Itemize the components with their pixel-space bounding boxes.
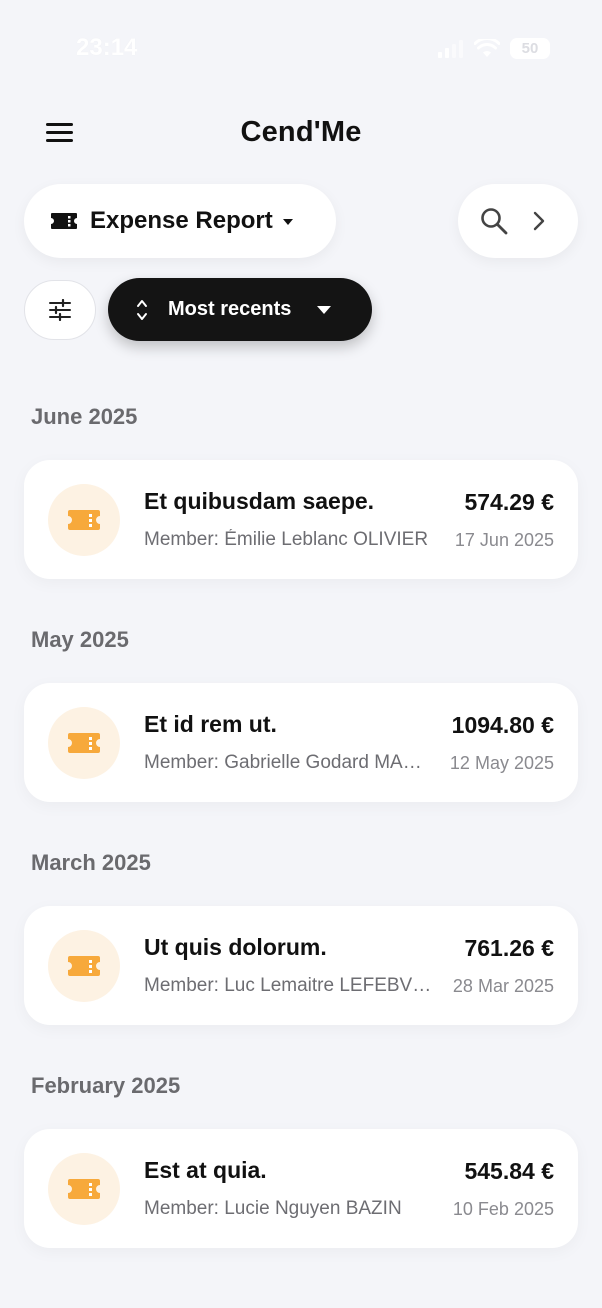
expense-amount: 574.29 €	[464, 489, 554, 515]
chevron-right-icon[interactable]	[532, 210, 546, 232]
expense-icon-badge	[48, 930, 120, 1002]
ticket-icon	[68, 956, 100, 976]
sort-arrows-icon	[137, 299, 147, 320]
expense-date: 10 Feb 2025	[452, 1199, 554, 1219]
expense-member: Member: Gabrielle Godard MARTIN	[144, 752, 432, 773]
expense-card[interactable]: Est at quia. Member: Lucie Nguyen BAZIN …	[24, 1129, 578, 1248]
month-heading: June 2025	[31, 404, 138, 429]
report-type-dropdown[interactable]: Expense Report	[24, 184, 336, 258]
ticket-icon	[51, 213, 77, 229]
expense-title: Est at quia.	[144, 1157, 267, 1183]
sliders-icon	[49, 299, 71, 321]
ticket-icon	[68, 733, 100, 753]
expense-card[interactable]: Et quibusdam saepe. Member: Émilie Lebla…	[24, 460, 578, 579]
expense-amount: 1094.80 €	[451, 712, 554, 738]
caret-down-icon	[282, 219, 293, 225]
expense-amount: 545.84 €	[464, 1158, 554, 1184]
ticket-icon	[68, 510, 100, 530]
expense-title: Et quibusdam saepe.	[144, 488, 375, 514]
month-heading: February 2025	[31, 1073, 181, 1098]
status-bar: 23:14 50	[0, 0, 602, 90]
expense-icon-badge	[48, 484, 120, 556]
expense-icon-badge	[48, 707, 120, 779]
signal-icon	[438, 39, 463, 58]
month-heading: May 2025	[31, 627, 129, 652]
expense-icon-badge	[48, 1153, 120, 1225]
search-bar-collapsed[interactable]	[458, 184, 578, 258]
sort-dropdown[interactable]: Most recents	[108, 278, 372, 341]
caret-down-icon	[317, 305, 332, 314]
wifi-icon	[474, 38, 500, 57]
expense-member: Member: Émilie Leblanc OLIVIER	[144, 529, 429, 550]
expense-date: 12 May 2025	[449, 753, 554, 773]
search-icon[interactable]	[480, 207, 508, 235]
status-time: 23:14	[76, 34, 138, 61]
report-type-label: Expense Report	[90, 207, 273, 234]
sort-label: Most recents	[168, 298, 292, 320]
filter-button[interactable]	[24, 280, 96, 340]
expense-title: Et id rem ut.	[144, 711, 277, 737]
expense-member: Member: Luc Lemaitre LEFEBVRE	[144, 975, 432, 996]
expense-date: 28 Mar 2025	[452, 976, 554, 996]
month-heading: March 2025	[31, 850, 151, 875]
expense-member: Member: Lucie Nguyen BAZIN	[144, 1198, 402, 1219]
ticket-icon	[68, 1179, 100, 1199]
app-title: Cend'Me	[240, 116, 362, 148]
expense-date: 17 Jun 2025	[454, 530, 554, 550]
expense-card[interactable]: Ut quis dolorum. Member: Luc Lemaitre LE…	[24, 906, 578, 1025]
top-bar: Cend'Me	[0, 100, 602, 170]
expense-amount: 761.26 €	[464, 935, 554, 961]
expense-card[interactable]: Et id rem ut. Member: Gabrielle Godard M…	[24, 683, 578, 802]
expense-title: Ut quis dolorum.	[144, 934, 327, 960]
battery-indicator: 50	[510, 38, 550, 59]
status-icons: 50	[438, 38, 550, 59]
